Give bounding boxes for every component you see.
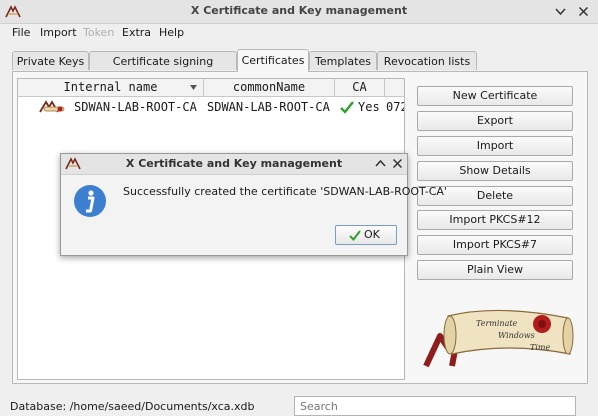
show-details-button[interactable]: Show Details — [417, 161, 573, 181]
cell-common-name: SDWAN-LAB-ROOT-CA — [207, 100, 330, 114]
cell-ca: Yes — [358, 100, 380, 114]
sort-arrow-icon — [190, 85, 197, 90]
cell-extra: 072 — [386, 100, 404, 114]
status-bar: Database: /home/saeed/Documents/xca.xdb — [0, 392, 598, 416]
chevron-up-icon[interactable] — [373, 156, 388, 171]
menu-extra[interactable]: Extra — [122, 26, 151, 39]
tab-revocation-lists[interactable]: Revocation lists — [377, 51, 477, 70]
certificate-icon — [39, 100, 65, 113]
close-icon[interactable] — [390, 156, 405, 171]
logo-text-2: Windows — [498, 331, 535, 340]
xca-scroll-logo: Terminate Windows Time — [423, 309, 574, 368]
close-button[interactable] — [575, 3, 592, 20]
dialog-title-bar: X Certificate and Key management — [61, 154, 407, 175]
tab-private-keys[interactable]: Private Keys — [12, 51, 89, 70]
tab-csr[interactable]: Certificate signing requests — [89, 51, 237, 87]
plain-view-button[interactable]: Plain View — [417, 260, 573, 280]
tab-certificates[interactable]: Certificates — [237, 49, 309, 72]
cell-internal-name: SDWAN-LAB-ROOT-CA — [74, 100, 197, 114]
close-icon — [578, 6, 589, 17]
logo-text-3: Time — [530, 343, 550, 352]
import-pkcs7-button[interactable]: Import PKCS#7 — [417, 235, 573, 255]
success-dialog: X Certificate and Key management Success… — [60, 153, 447, 256]
info-icon — [74, 185, 106, 217]
ok-button[interactable]: OK — [335, 225, 397, 245]
export-button[interactable]: Export — [417, 111, 573, 131]
minimize-button[interactable] — [552, 3, 569, 20]
dialog-message: Successfully created the certificate 'SD… — [123, 185, 447, 198]
header-extra[interactable] — [385, 79, 404, 97]
ok-label: OK — [364, 228, 380, 241]
menu-help[interactable]: Help — [159, 26, 184, 39]
import-pkcs12-button[interactable]: Import PKCS#12 — [417, 210, 573, 230]
menu-bar: File Import Token Extra Help — [0, 23, 598, 43]
database-path: Database: /home/saeed/Documents/xca.xdb — [10, 400, 255, 413]
logo-text-1: Terminate — [476, 319, 518, 328]
import-button[interactable]: Import — [417, 136, 573, 156]
menu-file[interactable]: File — [12, 26, 30, 39]
menu-token: Token — [83, 26, 115, 39]
header-ca[interactable]: CA — [335, 79, 385, 97]
dialog-title: X Certificate and Key management — [125, 157, 343, 170]
table-row[interactable]: SDWAN-LAB-ROOT-CA SDWAN-LAB-ROOT-CA Yes … — [18, 97, 404, 117]
search-input[interactable] — [294, 396, 576, 416]
checkmark-icon — [349, 230, 361, 241]
menu-import[interactable]: Import — [40, 26, 77, 39]
tab-templates[interactable]: Templates — [309, 51, 377, 70]
new-certificate-button[interactable]: New Certificate — [417, 86, 573, 106]
window-title: X Certificate and Key management — [190, 4, 408, 17]
header-common-name[interactable]: commonName — [204, 79, 335, 97]
chevron-down-icon — [555, 8, 566, 16]
header-internal-name[interactable]: Internal name — [18, 79, 204, 97]
title-bar: X Certificate and Key management — [0, 0, 598, 24]
checkmark-icon — [340, 101, 354, 114]
